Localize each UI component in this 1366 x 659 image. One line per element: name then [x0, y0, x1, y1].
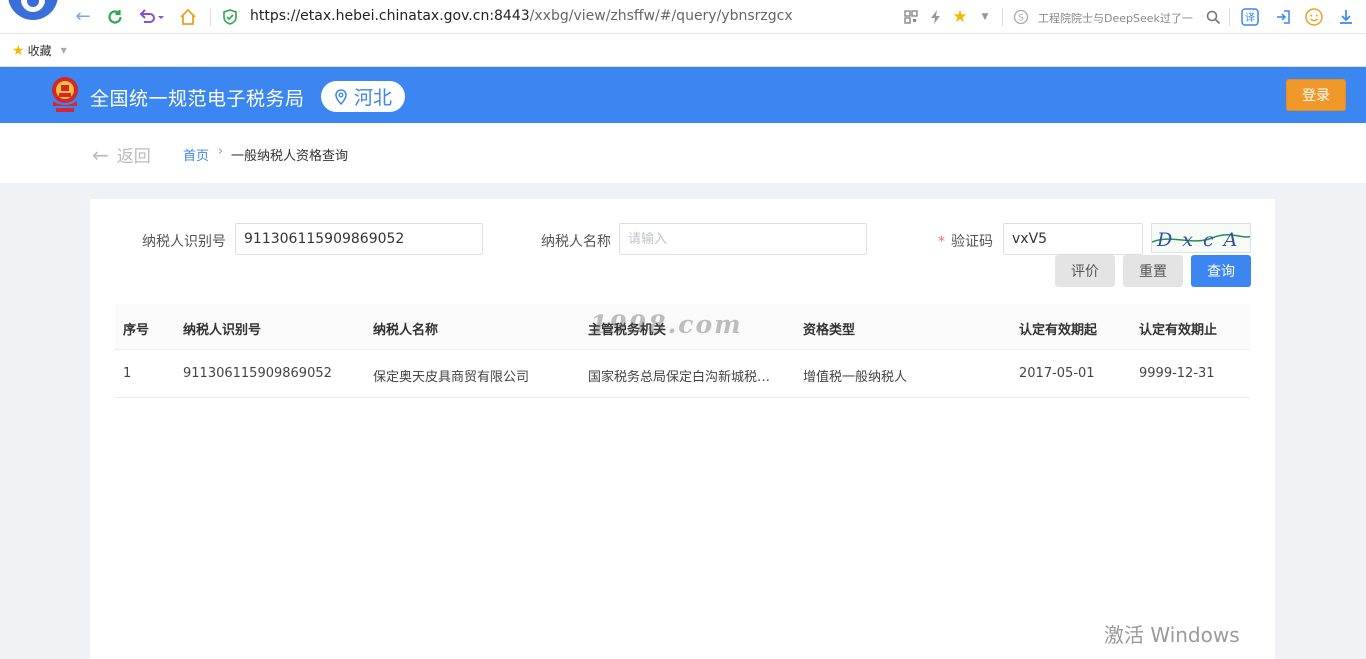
favorite-star-icon[interactable]: ★ — [951, 7, 969, 27]
taxpayer-id-label: 纳税人识别号 — [142, 234, 226, 250]
required-star: * — [938, 234, 945, 250]
bookmark-bar: ★ 收藏 ▼ — [0, 34, 1366, 67]
svg-text:译: 译 — [1245, 12, 1255, 24]
back-arrow-icon: ← — [92, 142, 109, 167]
cell-qualification: 增值税一般纳税人 — [803, 370, 908, 385]
reset-button[interactable]: 重置 — [1123, 255, 1183, 287]
taxpayer-name-label: 纳税人名称 — [541, 234, 611, 250]
home-icon[interactable] — [177, 6, 199, 28]
browser-logo-icon[interactable] — [8, 0, 58, 20]
site-header: 全国统一规范电子税务局 河北 登录 — [0, 67, 1366, 123]
cell-taxpayer-name: 保定奥天皮具商贸有限公司 — [373, 370, 530, 385]
site-title: 全国统一规范电子税务局 — [90, 88, 305, 110]
windows-activation-watermark: 激活 Windows — [1104, 623, 1240, 647]
query-panel: 纳税人识别号 纳税人名称 * 验证码 DxcA 评价 重置 查询 序号 纳税人识别… — [90, 199, 1275, 659]
taxpayer-id-input[interactable] — [235, 223, 483, 255]
breadcrumb-separator: › — [218, 144, 224, 159]
address-bar[interactable]: https://etax.hebei.chinatax.gov.cn:8443/… — [250, 8, 793, 24]
translate-icon[interactable]: 译 — [1241, 8, 1259, 26]
captcha-label: 验证码 — [951, 234, 993, 250]
refresh-icon[interactable] — [104, 6, 126, 28]
col-header-qualification: 资格类型 — [803, 323, 856, 338]
site-watermark: 1998.com — [590, 310, 743, 339]
tax-emblem-icon — [48, 75, 82, 115]
col-header-taxpayer-name: 纳税人名称 — [373, 323, 439, 338]
search-icon[interactable] — [1204, 8, 1222, 26]
col-header-index: 序号 — [123, 323, 150, 338]
captcha-label-wrap: * 验证码 — [938, 231, 993, 251]
col-header-taxpayer-id: 纳税人识别号 — [183, 323, 262, 338]
login-button[interactable]: 登录 — [1286, 79, 1346, 111]
back-label: 返回 — [116, 147, 151, 167]
search-box[interactable]: 工程院院士与DeepSeek过了一 — [1038, 10, 1198, 26]
bookmark-label: 收藏 — [27, 44, 52, 58]
toolbar-divider — [1002, 8, 1003, 26]
back-button[interactable]: ← 返回 — [92, 142, 151, 168]
login-exit-icon[interactable] — [1274, 8, 1292, 26]
bookmark-favorites[interactable]: ★ 收藏 ▼ — [12, 42, 67, 59]
cell-tax-authority: 国家税务总局保定白沟新城税… — [588, 370, 771, 385]
region-label: 河北 — [353, 87, 392, 109]
lightning-icon[interactable] — [927, 8, 945, 26]
smiley-icon[interactable] — [1305, 8, 1323, 26]
query-button[interactable]: 查询 — [1191, 255, 1251, 287]
download-icon[interactable] — [1337, 8, 1355, 26]
table-row[interactable]: 1 911306115909869052 保定奥天皮具商贸有限公司 国家税务总局… — [115, 350, 1250, 398]
bookmark-star-icon: ★ — [12, 42, 25, 59]
back-arrow-icon[interactable]: ← — [72, 6, 94, 28]
qr-code-icon[interactable] — [902, 8, 920, 26]
breadcrumb-bar: ← 返回 首页 › 一般纳税人资格查询 — [0, 123, 1366, 183]
toolbar-divider-2 — [1229, 8, 1230, 26]
url-path: /xxbg/view/zhsffw/#/query/ybnsrzgcx — [529, 8, 793, 24]
evaluate-button[interactable]: 评价 — [1055, 255, 1115, 287]
svg-text:S: S — [1018, 14, 1024, 24]
cell-index: 1 — [123, 366, 132, 381]
taxpayer-name-input[interactable] — [619, 223, 867, 255]
location-pin-icon — [335, 88, 347, 105]
cell-taxpayer-id: 911306115909869052 — [183, 366, 332, 381]
breadcrumb-current: 一般纳税人资格查询 — [231, 149, 349, 164]
undo-icon[interactable] — [136, 6, 166, 28]
col-header-valid-to: 认定有效期止 — [1139, 323, 1218, 338]
url-host: https://etax.hebei.chinatax.gov.cn:8443 — [250, 8, 530, 24]
dropdown-caret-icon[interactable]: ▼ — [976, 8, 994, 26]
col-header-valid-from: 认定有效期起 — [1019, 323, 1098, 338]
bookmark-caret-icon: ▼ — [60, 46, 67, 55]
cell-valid-from: 2017-05-01 — [1019, 366, 1095, 381]
url-divider — [210, 8, 211, 26]
captcha-text: DxcA — [1156, 229, 1247, 251]
captcha-image[interactable]: DxcA — [1151, 223, 1251, 253]
region-selector[interactable]: 河北 — [321, 81, 405, 112]
breadcrumb-home[interactable]: 首页 — [183, 145, 209, 164]
secure-shield-icon — [222, 9, 238, 25]
search-engine-icon[interactable]: S — [1012, 8, 1030, 26]
cell-valid-to: 9999-12-31 — [1139, 366, 1215, 381]
captcha-input[interactable] — [1003, 223, 1143, 255]
browser-toolbar: ← https://etax.hebei.chinatax.gov.cn:844… — [0, 0, 1366, 34]
